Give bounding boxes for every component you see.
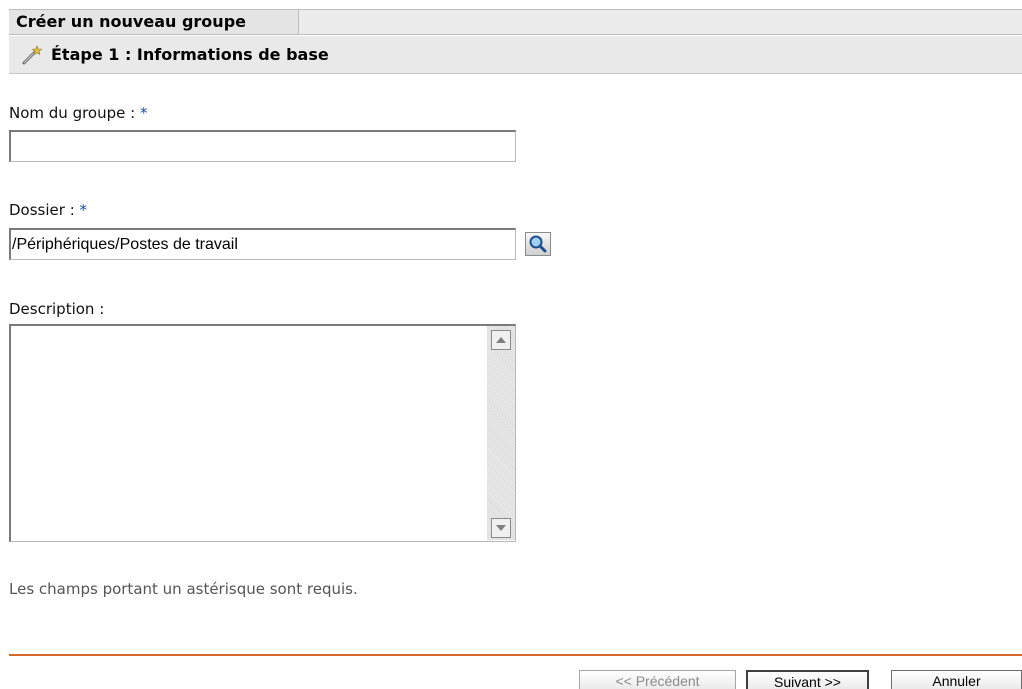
folder-input[interactable] <box>9 228 516 260</box>
footer-divider <box>9 654 1022 656</box>
required-asterisk: * <box>139 104 148 122</box>
scroll-up-arrow[interactable] <box>491 330 511 350</box>
next-button[interactable]: Suivant >> <box>746 670 869 689</box>
cancel-button[interactable]: Annuler <box>891 670 1022 689</box>
required-fields-note: Les champs portant un astérisque sont re… <box>9 580 358 598</box>
description-textarea[interactable] <box>11 326 486 540</box>
previous-button[interactable]: << Précédent <box>579 670 736 689</box>
triangle-up-icon <box>496 337 506 343</box>
wizard-title-bar: Créer un nouveau groupe <box>9 9 1022 35</box>
step-title: Étape 1 : Informations de base <box>51 45 329 64</box>
description-box <box>9 324 516 542</box>
description-scrollbar[interactable] <box>487 326 515 540</box>
description-label: Description : <box>9 300 105 318</box>
create-group-wizard: Créer un nouveau groupe Étape 1 : Inform… <box>0 0 1022 689</box>
step-header: Étape 1 : Informations de base <box>9 36 1022 74</box>
triangle-down-icon <box>496 525 506 531</box>
magnifier-icon <box>529 235 547 253</box>
group-name-input[interactable] <box>9 130 516 162</box>
scroll-down-arrow[interactable] <box>491 518 511 538</box>
wizard-title: Créer un nouveau groupe <box>9 10 299 34</box>
browse-folder-button[interactable] <box>525 232 551 256</box>
folder-label: Dossier : * <box>9 201 88 219</box>
group-name-label: Nom du groupe : * <box>9 104 148 122</box>
required-asterisk: * <box>79 201 88 219</box>
wand-icon <box>22 45 43 65</box>
